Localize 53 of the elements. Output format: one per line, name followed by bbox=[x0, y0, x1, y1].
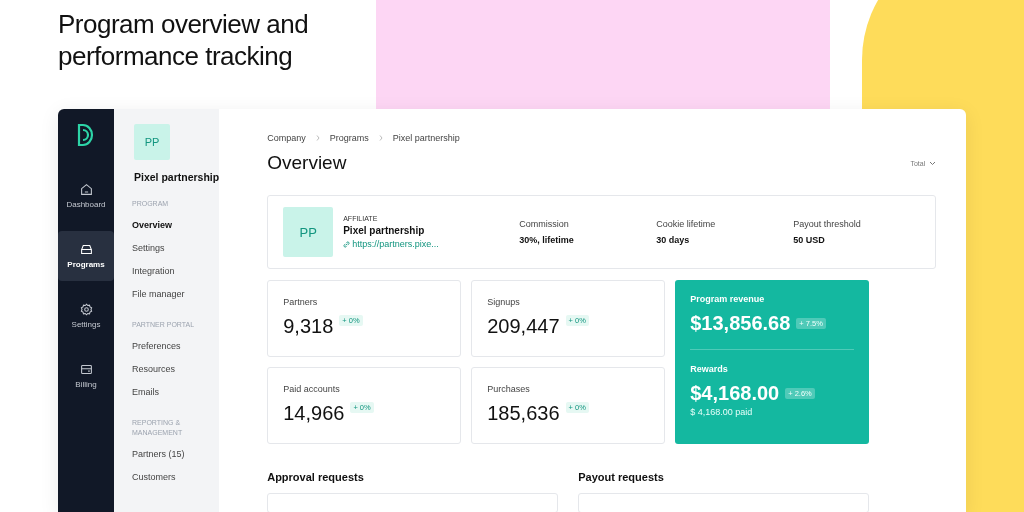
sidebar-item[interactable]: Emails bbox=[132, 387, 220, 397]
sidebar-item[interactable]: Overview bbox=[132, 220, 220, 230]
sidebar-item[interactable]: Customers bbox=[132, 472, 220, 482]
sidebar-item[interactable]: File manager bbox=[132, 289, 220, 299]
program-avatar: PP bbox=[134, 124, 170, 160]
stat-label: Purchases bbox=[487, 384, 531, 394]
fact-label: Payout threshold bbox=[793, 219, 862, 229]
stat-value: 209,447 bbox=[487, 315, 560, 338]
fact-label: Commission bbox=[519, 219, 570, 229]
section-title: Approval requests bbox=[267, 471, 365, 483]
program-name: Pixel partnership bbox=[343, 225, 426, 236]
logo-icon bbox=[77, 123, 95, 147]
program-name: Pixel partnership bbox=[134, 171, 220, 183]
card-icon bbox=[79, 363, 93, 376]
fact-value: 30 days bbox=[656, 235, 691, 245]
nav-item[interactable]: Programs bbox=[58, 231, 114, 281]
program-link[interactable]: https://partners.pixe... bbox=[343, 239, 474, 249]
revenue-label: Program revenue bbox=[690, 294, 766, 304]
paid-note: $ 4,168.00 paid bbox=[690, 407, 754, 417]
sidebar-item[interactable]: Integration bbox=[132, 266, 220, 276]
chevron-down-icon bbox=[929, 160, 937, 166]
fact-label: Cookie lifetime bbox=[656, 219, 717, 229]
sidebar-item[interactable]: Settings bbox=[132, 243, 220, 253]
section-title: Payout requests bbox=[578, 471, 665, 483]
home-icon bbox=[79, 183, 93, 196]
fact-value: 30%, lifetime bbox=[519, 235, 575, 245]
settings-icon bbox=[79, 303, 93, 316]
link-icon bbox=[343, 240, 351, 248]
breadcrumb-link[interactable]: Pixel partnership bbox=[392, 133, 460, 143]
sidebar-item[interactable]: Resources bbox=[132, 364, 220, 374]
nav-item[interactable]: Settings bbox=[58, 291, 114, 341]
tray-icon bbox=[79, 243, 93, 256]
headline: Program overview and performance tracking bbox=[57, 8, 310, 73]
sidebar-item[interactable]: Preferences bbox=[132, 341, 220, 351]
chevron-right-icon bbox=[378, 135, 383, 141]
stat-value: 9,318 bbox=[283, 315, 334, 338]
nav-item[interactable]: Dashboard bbox=[58, 171, 114, 221]
revenue-value: $13,856.68 bbox=[690, 312, 791, 335]
revenue-label: Rewards bbox=[690, 364, 729, 374]
nav-item[interactable]: Billing bbox=[58, 351, 114, 401]
chevron-right-icon bbox=[315, 135, 320, 141]
stat-label: Paid accounts bbox=[283, 384, 341, 394]
stat-value: 14,966 bbox=[283, 402, 345, 425]
revenue-value: $4,168.00 bbox=[690, 382, 780, 405]
page-title: Overview bbox=[267, 152, 347, 174]
stat-label: Partners bbox=[283, 297, 319, 307]
stat-label: Signups bbox=[487, 297, 521, 307]
breadcrumb-link[interactable]: Programs bbox=[329, 133, 369, 143]
stat-value: 185,636 bbox=[487, 402, 560, 425]
sidebar-item[interactable]: Partners (15) bbox=[132, 449, 220, 459]
program-avatar: PP bbox=[283, 207, 334, 257]
breadcrumb-link[interactable]: Company bbox=[267, 133, 306, 143]
fact-value: 50 USD bbox=[793, 235, 826, 245]
